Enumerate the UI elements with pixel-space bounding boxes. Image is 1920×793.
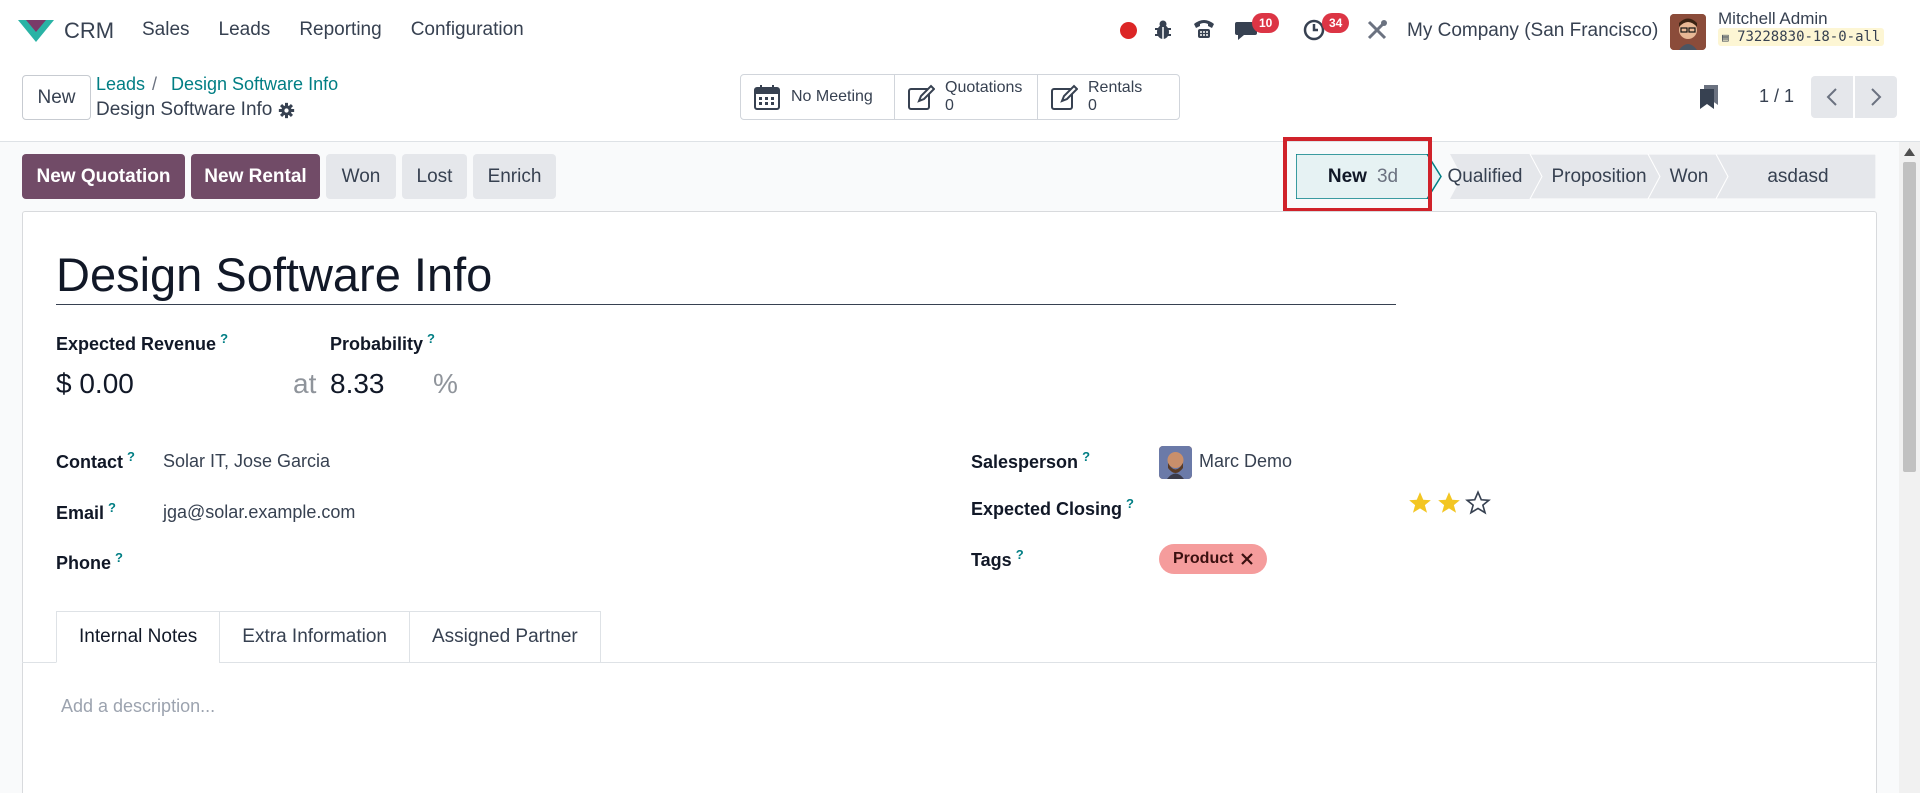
pager-previous-button[interactable] bbox=[1811, 76, 1853, 118]
email-field[interactable]: jga@solar.example.com bbox=[163, 502, 355, 523]
stage-won[interactable]: Won bbox=[1658, 154, 1720, 199]
pager-value[interactable]: 1 / 1 bbox=[1759, 86, 1794, 107]
email-label: Email? bbox=[56, 500, 116, 523]
debug-bug-icon[interactable] bbox=[1153, 19, 1173, 41]
tools-icon[interactable] bbox=[1366, 19, 1388, 41]
help-icon[interactable]: ? bbox=[1082, 449, 1090, 464]
phone-field[interactable] bbox=[163, 552, 663, 576]
smart-buttons: No Meeting Quotations 0 Rentals 0 bbox=[740, 74, 1180, 120]
salesperson-avatar bbox=[1159, 446, 1192, 479]
current-record-title: Design Software Info bbox=[96, 99, 295, 121]
help-icon[interactable]: ? bbox=[1126, 496, 1134, 511]
rentals-smart-button[interactable]: Rentals 0 bbox=[1038, 75, 1179, 119]
breadcrumb-record[interactable]: Design Software Info bbox=[171, 74, 338, 95]
probability-input[interactable]: 8.33 bbox=[330, 368, 385, 400]
help-icon[interactable]: ? bbox=[1016, 547, 1024, 562]
stage-proposition[interactable]: Proposition bbox=[1542, 154, 1656, 199]
calendar-icon bbox=[754, 85, 780, 110]
quotations-count: 0 bbox=[945, 97, 954, 114]
rentals-label: Rentals bbox=[1088, 79, 1143, 96]
won-button[interactable]: Won bbox=[326, 154, 396, 199]
star-empty-icon[interactable] bbox=[1465, 490, 1491, 516]
expected-revenue-input[interactable]: $ 0.00 bbox=[56, 368, 134, 400]
recording-icon[interactable] bbox=[1120, 22, 1137, 39]
gear-icon[interactable] bbox=[278, 102, 295, 119]
current-record-label: Design Software Info bbox=[96, 99, 273, 120]
tags-label: Tags? bbox=[971, 547, 1024, 570]
rentals-count: 0 bbox=[1088, 97, 1097, 114]
new-record-button[interactable]: New bbox=[22, 75, 91, 120]
top-navbar: CRM Sales Leads Reporting Configuration … bbox=[0, 0, 1920, 62]
close-icon[interactable] bbox=[1241, 553, 1254, 565]
menu-leads[interactable]: Leads bbox=[219, 19, 271, 41]
quotations-smart-button[interactable]: Quotations 0 bbox=[895, 75, 1038, 119]
database-icon: ▤ bbox=[1722, 31, 1729, 44]
probability-label: Probability? bbox=[330, 331, 435, 354]
stage-asdasd[interactable]: asdasd bbox=[1728, 154, 1868, 199]
tag-badge: Product bbox=[1159, 544, 1268, 574]
bookmark-icon[interactable] bbox=[1698, 84, 1720, 110]
meeting-smart-button[interactable]: No Meeting bbox=[741, 75, 895, 119]
new-rental-button[interactable]: New Rental bbox=[191, 154, 320, 199]
contact-label: Contact? bbox=[56, 449, 135, 472]
chevron-right-icon bbox=[1871, 88, 1882, 106]
database-tag: ▤ 73228830-18-0-all bbox=[1718, 28, 1885, 46]
main-menu: Sales Leads Reporting Configuration bbox=[142, 19, 553, 41]
menu-reporting[interactable]: Reporting bbox=[299, 19, 381, 41]
breadcrumb-separator: / bbox=[152, 74, 158, 94]
menu-sales[interactable]: Sales bbox=[142, 19, 190, 41]
tag-label: Product bbox=[1173, 550, 1234, 567]
help-icon[interactable]: ? bbox=[127, 449, 135, 464]
user-name[interactable]: Mitchell Admin bbox=[1718, 9, 1828, 29]
notebook-tabs: Internal Notes Extra Information Assigne… bbox=[56, 611, 601, 663]
stage-qualified[interactable]: Qualified bbox=[1436, 154, 1534, 199]
meeting-label: No Meeting bbox=[791, 88, 873, 105]
help-icon[interactable]: ? bbox=[108, 500, 116, 515]
user-avatar[interactable] bbox=[1670, 14, 1706, 50]
salesperson-label: Salesperson? bbox=[971, 449, 1091, 472]
expected-revenue-label: Expected Revenue? bbox=[56, 331, 229, 354]
scrollbar-thumb[interactable] bbox=[1903, 162, 1916, 472]
activity-badge: 34 bbox=[1322, 13, 1350, 33]
star-filled-icon[interactable] bbox=[1436, 490, 1462, 516]
edit-icon bbox=[1051, 84, 1078, 110]
chevron-left-icon bbox=[1826, 88, 1837, 106]
tab-extra-information[interactable]: Extra Information bbox=[219, 611, 410, 663]
tab-internal-notes[interactable]: Internal Notes bbox=[56, 611, 221, 663]
breadcrumb-leads[interactable]: Leads bbox=[96, 74, 145, 95]
lead-title-input[interactable]: Design Software Info bbox=[56, 247, 1396, 305]
priority-stars bbox=[1407, 490, 1491, 516]
tab-assigned-partner[interactable]: Assigned Partner bbox=[408, 611, 601, 663]
systray: 10 34 My Company (San Francisco) bbox=[1110, 13, 1706, 50]
edit-icon bbox=[908, 84, 935, 110]
voip-phone-icon[interactable] bbox=[1192, 18, 1216, 40]
company-switcher[interactable]: My Company (San Francisco) bbox=[1407, 20, 1658, 42]
salesperson-field[interactable]: Marc Demo bbox=[1199, 451, 1292, 472]
help-icon[interactable]: ? bbox=[115, 550, 123, 565]
contact-field[interactable]: Solar IT, Jose Garcia bbox=[163, 451, 330, 472]
help-icon[interactable]: ? bbox=[220, 331, 228, 346]
star-filled-icon[interactable] bbox=[1407, 490, 1433, 516]
messages-badge: 10 bbox=[1252, 13, 1280, 33]
annotation-highlight-box bbox=[1283, 137, 1432, 212]
control-panel: New Leads / Design Software Info Design … bbox=[0, 62, 1920, 142]
scroll-up-arrow-icon[interactable] bbox=[1904, 148, 1915, 156]
percent-label: % bbox=[433, 368, 458, 399]
new-quotation-button[interactable]: New Quotation bbox=[22, 154, 185, 199]
lost-button[interactable]: Lost bbox=[402, 154, 467, 199]
at-label: at bbox=[293, 368, 317, 399]
help-icon[interactable]: ? bbox=[427, 331, 435, 346]
expected-closing-label: Expected Closing? bbox=[971, 496, 1134, 519]
menu-configuration[interactable]: Configuration bbox=[411, 19, 524, 41]
expected-closing-input[interactable] bbox=[1159, 496, 1389, 520]
phone-label: Phone? bbox=[56, 550, 123, 573]
enrich-button[interactable]: Enrich bbox=[473, 154, 556, 199]
pager-next-button[interactable] bbox=[1855, 76, 1897, 118]
crm-logo-icon[interactable] bbox=[18, 18, 54, 42]
pager-navigation bbox=[1811, 76, 1897, 118]
app-name[interactable]: CRM bbox=[64, 18, 114, 44]
description-editor[interactable]: Add a description... bbox=[61, 696, 215, 717]
quotations-label: Quotations bbox=[945, 79, 1023, 96]
